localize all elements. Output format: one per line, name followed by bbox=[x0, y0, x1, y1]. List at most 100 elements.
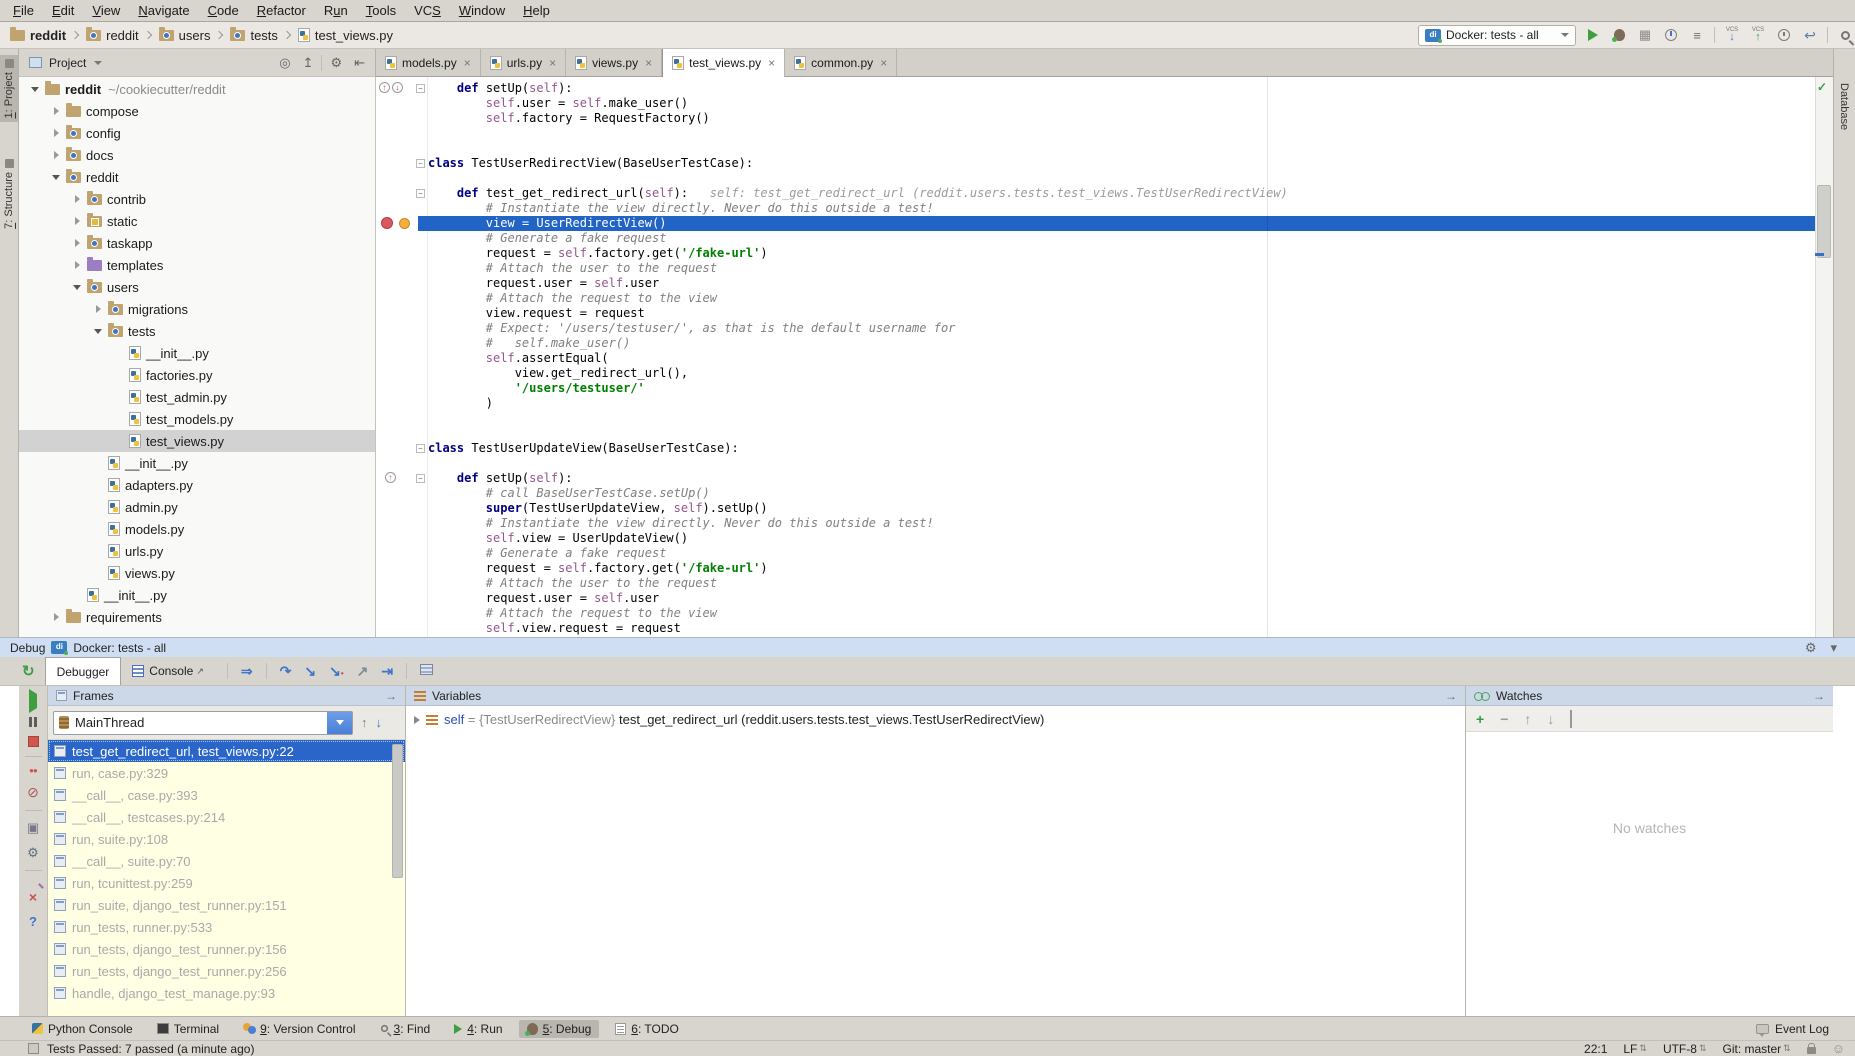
debug-button[interactable] bbox=[1610, 26, 1628, 44]
hector-inspector-icon[interactable]: ☺ bbox=[1832, 1041, 1845, 1056]
debug-tab-debugger[interactable]: Debugger bbox=[45, 657, 122, 685]
mute-breakpoints-button[interactable]: ⊘ bbox=[27, 784, 39, 801]
code-line[interactable]: # Attach the request to the view bbox=[428, 606, 1815, 621]
tree-expand-icon[interactable] bbox=[72, 238, 84, 248]
toolwindow-9-version-control[interactable]: 9: Version Control bbox=[235, 1020, 363, 1038]
editor-tab-urls.py[interactable]: urls.py× bbox=[481, 49, 566, 76]
stack-frame[interactable]: run_tests, django_test_runner.py:156 bbox=[48, 938, 405, 960]
close-tab-icon[interactable]: × bbox=[880, 56, 887, 70]
tree-item-factories.py[interactable]: factories.py bbox=[19, 364, 375, 386]
stack-frame[interactable]: run_tests, django_test_runner.py:256 bbox=[48, 960, 405, 982]
remote-changes-button[interactable] bbox=[1775, 26, 1793, 44]
thread-combo[interactable]: MainThread bbox=[53, 711, 353, 735]
editor-tab-views.py[interactable]: views.py× bbox=[566, 49, 662, 76]
tree-item-__init__.py[interactable]: __init__.py bbox=[19, 452, 375, 474]
code-line[interactable]: def setUp(self): bbox=[428, 471, 1815, 486]
menu-item-refactor[interactable]: Refactor bbox=[248, 1, 315, 20]
menu-item-help[interactable]: Help bbox=[514, 1, 559, 20]
toolwindow-python-console[interactable]: Python Console bbox=[24, 1020, 141, 1038]
debug-tab-console[interactable]: Console↗ bbox=[121, 657, 215, 685]
search-everywhere-button[interactable] bbox=[1836, 26, 1854, 44]
hide-variables-icon[interactable]: → bbox=[1445, 689, 1457, 703]
toolwindow-button-database[interactable]: Database bbox=[1838, 83, 1850, 130]
chevron-down-icon[interactable] bbox=[94, 61, 102, 65]
duplicate-watch-button[interactable] bbox=[1570, 711, 1572, 727]
status-line-ending[interactable]: LF⇅ bbox=[1623, 1042, 1647, 1056]
tree-expand-icon[interactable] bbox=[51, 106, 63, 116]
stack-frame[interactable]: handle, django_test_manage.py:93 bbox=[48, 982, 405, 1004]
code-line[interactable]: self.factory = RequestFactory() bbox=[428, 111, 1815, 126]
tree-expand-icon[interactable] bbox=[93, 304, 105, 314]
tree-expand-icon[interactable] bbox=[51, 128, 63, 138]
breadcrumb-item-reddit[interactable]: reddit bbox=[8, 28, 68, 43]
toolwindow-5-debug[interactable]: 5: Debug bbox=[519, 1020, 600, 1038]
method-marker-icon[interactable]: ↑ bbox=[385, 472, 396, 483]
close-tab-icon[interactable]: × bbox=[645, 56, 652, 70]
editor-tab-models.py[interactable]: models.py× bbox=[376, 49, 481, 76]
tree-item-templates[interactable]: templates bbox=[19, 254, 375, 276]
editor-tab-common.py[interactable]: common.py× bbox=[785, 49, 897, 76]
move-watch-down-button[interactable]: ↓ bbox=[1547, 711, 1554, 727]
code-line[interactable]: view = UserRedirectView() bbox=[428, 216, 1815, 231]
code-line[interactable]: self.view.request = request bbox=[428, 621, 1815, 636]
force-step-into-button[interactable]: ↘• bbox=[329, 663, 344, 680]
code-line[interactable]: # Attach the user to the request bbox=[428, 576, 1815, 591]
editor-tab-test_views.py[interactable]: test_views.py× bbox=[662, 49, 785, 77]
intention-bulb-icon[interactable] bbox=[399, 218, 410, 229]
breadcrumb-item-test_views.py[interactable]: test_views.py bbox=[296, 28, 395, 43]
breadcrumb-item-reddit[interactable]: reddit bbox=[84, 28, 141, 43]
collapse-all-button[interactable]: ↥ bbox=[299, 55, 318, 71]
tree-item-test_views.py[interactable]: test_views.py bbox=[19, 430, 375, 452]
stop-button[interactable] bbox=[28, 736, 39, 747]
tree-item-reddit[interactable]: reddit~/cookiecutter/reddit bbox=[19, 78, 375, 100]
tree-item-contrib[interactable]: contrib bbox=[19, 188, 375, 210]
tree-expand-icon[interactable] bbox=[51, 150, 63, 160]
code-line[interactable] bbox=[428, 126, 1815, 141]
tree-collapse-icon[interactable] bbox=[51, 172, 63, 182]
tree-collapse-icon[interactable] bbox=[72, 282, 84, 292]
tree-item-static[interactable]: static bbox=[19, 210, 375, 232]
code-line[interactable]: # Attach the user to the request bbox=[428, 261, 1815, 276]
resume-button[interactable] bbox=[29, 694, 37, 708]
rollback-button[interactable]: ↩ bbox=[1801, 26, 1819, 44]
code-line[interactable]: self.user = self.make_user() bbox=[428, 96, 1815, 111]
view-breakpoints-button[interactable]: ●● bbox=[29, 766, 37, 775]
run-with-coverage-button[interactable]: ▦ bbox=[1636, 26, 1654, 44]
close-tab-icon[interactable]: × bbox=[549, 56, 556, 70]
code-line[interactable]: def setUp(self): bbox=[428, 81, 1815, 96]
editor-scrollbar-thumb[interactable] bbox=[1817, 185, 1831, 258]
hide-debug-button[interactable]: ▾ bbox=[1826, 640, 1841, 656]
toolwindow-6-todo[interactable]: 6: TODO bbox=[607, 1020, 687, 1038]
code-line[interactable]: request = self.factory.get('/fake-url') bbox=[428, 246, 1815, 261]
stack-frame[interactable]: run_suite, django_test_runner.py:151 bbox=[48, 894, 405, 916]
run-button[interactable] bbox=[1584, 26, 1602, 44]
code-line[interactable]: request.user = self.user bbox=[428, 276, 1815, 291]
help-button[interactable]: ? bbox=[29, 914, 37, 929]
code-line[interactable]: # Instantiate the view directly. Never d… bbox=[428, 516, 1815, 531]
tree-item-__init__.py[interactable]: __init__.py bbox=[19, 584, 375, 606]
tree-expand-icon[interactable] bbox=[51, 612, 63, 622]
tree-item-users[interactable]: users bbox=[19, 276, 375, 298]
toolwindow-toggle-icon[interactable] bbox=[28, 1043, 39, 1054]
status-file-encoding[interactable]: UTF-8⇅ bbox=[1663, 1042, 1707, 1056]
thread-combo-arrow[interactable] bbox=[327, 712, 352, 734]
tree-item-compose[interactable]: compose bbox=[19, 100, 375, 122]
hide-frames-icon[interactable]: → bbox=[385, 689, 397, 703]
step-into-button[interactable]: ↘ bbox=[304, 663, 316, 680]
vcs-commit-button[interactable]: VCS↑ bbox=[1749, 26, 1767, 44]
menu-item-code[interactable]: Code bbox=[199, 1, 248, 20]
show-execution-point-button[interactable]: ⇒ bbox=[241, 663, 253, 680]
close-tab-icon[interactable]: × bbox=[464, 56, 471, 70]
close-tab-icon[interactable]: × bbox=[768, 56, 775, 70]
step-over-button[interactable]: ↷ bbox=[280, 663, 292, 680]
tree-item-admin.py[interactable]: admin.py bbox=[19, 496, 375, 518]
debug-toolwindow-header[interactable]: Debug di Docker: tests - all ⚙ ▾ bbox=[0, 637, 1855, 657]
code-line[interactable]: # call BaseUserTestCase.setUp() bbox=[428, 486, 1815, 501]
run-to-cursor-button[interactable]: ⇥ bbox=[381, 663, 393, 680]
menu-item-navigate[interactable]: Navigate bbox=[129, 1, 198, 20]
project-panel-title[interactable]: Project bbox=[49, 56, 86, 70]
pause-button[interactable] bbox=[29, 717, 37, 727]
tree-item-tests[interactable]: tests bbox=[19, 320, 375, 342]
code-line[interactable]: request = self.factory.get('/fake-url') bbox=[428, 561, 1815, 576]
hide-panel-button[interactable]: ⇤ bbox=[350, 55, 369, 71]
